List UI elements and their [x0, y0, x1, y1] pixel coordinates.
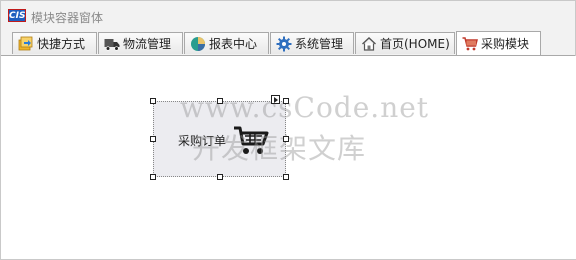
tab-label: 报表中心	[209, 37, 258, 51]
tab-label: 采购模块	[481, 37, 530, 51]
resize-handle[interactable]	[283, 136, 289, 142]
tab-label: 快捷方式	[37, 37, 86, 51]
shopping-cart-icon	[462, 36, 478, 52]
window-title: 模块容器窗体	[31, 11, 104, 25]
title-bar: CIS 模块容器窗体	[1, 1, 575, 32]
tab-label: 系统管理	[295, 37, 344, 51]
resize-handle[interactable]	[283, 174, 289, 180]
gear-icon	[276, 36, 292, 52]
resize-handle[interactable]	[150, 174, 156, 180]
watermark-url: www.csCode.net	[180, 91, 430, 124]
truck-icon	[104, 36, 120, 52]
pie-chart-icon	[190, 36, 206, 52]
resize-handle[interactable]	[283, 98, 289, 104]
smart-tag-arrow-icon[interactable]	[271, 95, 280, 104]
app-logo: CIS	[8, 9, 26, 22]
tab-system[interactable]: 系统管理	[270, 32, 354, 54]
resize-handle[interactable]	[217, 98, 223, 104]
shortcut-icon	[18, 36, 34, 52]
resize-handle[interactable]	[217, 174, 223, 180]
resize-handle[interactable]	[150, 98, 156, 104]
tab-home[interactable]: 首页(HOME)	[355, 32, 455, 54]
tab-reports[interactable]: 报表中心	[184, 32, 269, 54]
tab-purchasing[interactable]: 采购模块	[456, 31, 541, 55]
home-icon	[361, 36, 377, 52]
watermark-text: 开发框架文库	[192, 132, 367, 165]
resize-handle[interactable]	[150, 136, 156, 142]
tab-shortcuts[interactable]: 快捷方式	[12, 32, 97, 54]
tab-strip: 快捷方式 物流管理 报表中心 系统管理 首页(HOME) 采购模块	[1, 31, 575, 56]
tab-logistics[interactable]: 物流管理	[98, 32, 183, 54]
tab-label: 物流管理	[123, 37, 172, 51]
tab-label: 首页(HOME)	[380, 37, 450, 51]
